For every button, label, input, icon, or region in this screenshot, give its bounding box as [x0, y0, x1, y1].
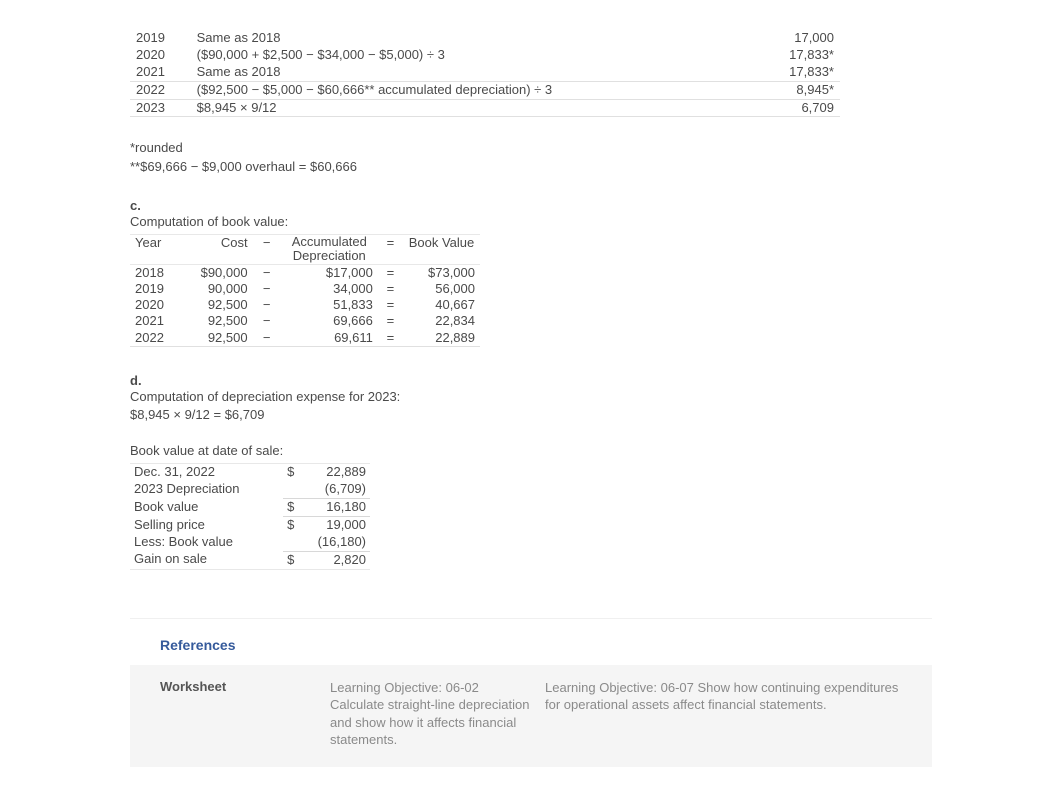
bv-acc: $17,000: [281, 264, 378, 281]
sale-label: Less: Book value: [130, 534, 283, 551]
dep-desc: Same as 2018: [191, 64, 704, 81]
sale-label: 2023 Depreciation: [130, 481, 283, 498]
bv-val: $73,000: [403, 264, 480, 281]
bv-hdr-year: Year: [130, 235, 185, 265]
dep-desc: ($92,500 − $5,000 − $60,666** accumulate…: [191, 81, 704, 99]
bv-acc: 69,666: [281, 313, 378, 329]
bv-hdr-eq: =: [378, 235, 403, 265]
dep-value: 17,833*: [703, 64, 840, 81]
references-worksheet: Worksheet: [160, 679, 330, 749]
section-c-label: c.: [130, 198, 932, 213]
bv-minus: −: [253, 264, 281, 281]
dep-year: 2023: [130, 99, 191, 117]
references-block: References Worksheet Learning Objective:…: [130, 618, 932, 767]
bv-val: 56,000: [403, 281, 480, 297]
sale-dollar: [283, 481, 304, 498]
bv-cost: 92,500: [185, 313, 253, 329]
sale-label: Dec. 31, 2022: [130, 464, 283, 481]
bv-year: 2020: [130, 297, 185, 313]
dep-value: 17,833*: [703, 47, 840, 64]
bv-year: 2021: [130, 313, 185, 329]
bv-val: 40,667: [403, 297, 480, 313]
sale-dollar: $: [283, 551, 304, 569]
section-d-bv-title: Book value at date of sale:: [130, 442, 932, 460]
sale-dollar: $: [283, 464, 304, 481]
dep-value: 8,945*: [703, 81, 840, 99]
bv-minus: −: [253, 313, 281, 329]
bv-eq: =: [378, 330, 403, 347]
sale-amount: 16,180: [304, 499, 370, 517]
sale-dollar: $: [283, 517, 304, 534]
sale-label: Book value: [130, 499, 283, 517]
bv-acc: 51,833: [281, 297, 378, 313]
sale-table: Dec. 31, 2022$22,8892023 Depreciation(6,…: [130, 463, 370, 569]
bv-hdr-minus: −: [253, 235, 281, 265]
bv-cost: 92,500: [185, 330, 253, 347]
depreciation-schedule-table: 2019Same as 201817,0002020($90,000 + $2,…: [130, 30, 840, 117]
bv-minus: −: [253, 330, 281, 347]
sale-amount: 2,820: [304, 551, 370, 569]
bv-eq: =: [378, 264, 403, 281]
bv-eq: =: [378, 281, 403, 297]
section-d-calc: $8,945 × 9/12 = $6,709: [130, 406, 932, 424]
sale-amount: 22,889: [304, 464, 370, 481]
footnotes: *rounded **$69,666 − $9,000 overhaul = $…: [130, 139, 932, 175]
bv-year: 2022: [130, 330, 185, 347]
sale-label: Selling price: [130, 517, 283, 534]
bv-eq: =: [378, 313, 403, 329]
references-obj-0602: Learning Objective: 06-02 Calculate stra…: [330, 679, 545, 749]
section-d-label: d.: [130, 373, 932, 388]
bv-hdr-acc: Accumulated Depreciation: [281, 235, 378, 265]
references-title: References: [130, 631, 932, 665]
footnote-overhaul: **$69,666 − $9,000 overhaul = $60,666: [130, 158, 932, 176]
sale-dollar: [283, 534, 304, 551]
sale-label: Gain on sale: [130, 551, 283, 569]
bv-minus: −: [253, 297, 281, 313]
bv-acc: 69,611: [281, 330, 378, 347]
bv-hdr-bv: Book Value: [403, 235, 480, 265]
dep-desc: ($90,000 + $2,500 − $34,000 − $5,000) ÷ …: [191, 47, 704, 64]
dep-value: 6,709: [703, 99, 840, 117]
bv-hdr-cost: Cost: [185, 235, 253, 265]
references-obj-0607: Learning Objective: 06-07 Show how conti…: [545, 679, 902, 749]
bv-cost: 90,000: [185, 281, 253, 297]
section-c-title: Computation of book value:: [130, 213, 932, 231]
footnote-rounded: *rounded: [130, 139, 932, 157]
section-d-title: Computation of depreciation expense for …: [130, 388, 932, 406]
bv-cost: 92,500: [185, 297, 253, 313]
book-value-table: Year Cost − Accumulated Depreciation = B…: [130, 234, 480, 347]
bv-year: 2018: [130, 264, 185, 281]
section-c: c. Computation of book value: Year Cost …: [130, 198, 932, 347]
dep-desc: Same as 2018: [191, 30, 704, 47]
sale-amount: (6,709): [304, 481, 370, 498]
bv-eq: =: [378, 297, 403, 313]
dep-year: 2020: [130, 47, 191, 64]
bv-minus: −: [253, 281, 281, 297]
bv-cost: $90,000: [185, 264, 253, 281]
dep-desc: $8,945 × 9/12: [191, 99, 704, 117]
section-d: d. Computation of depreciation expense f…: [130, 373, 932, 570]
dep-year: 2019: [130, 30, 191, 47]
bv-val: 22,889: [403, 330, 480, 347]
dep-value: 17,000: [703, 30, 840, 47]
dep-year: 2021: [130, 64, 191, 81]
page-content: 2019Same as 201817,0002020($90,000 + $2,…: [0, 0, 1062, 807]
bv-acc: 34,000: [281, 281, 378, 297]
sale-amount: (16,180): [304, 534, 370, 551]
sale-amount: 19,000: [304, 517, 370, 534]
bv-year: 2019: [130, 281, 185, 297]
dep-year: 2022: [130, 81, 191, 99]
sale-dollar: $: [283, 499, 304, 517]
bv-val: 22,834: [403, 313, 480, 329]
